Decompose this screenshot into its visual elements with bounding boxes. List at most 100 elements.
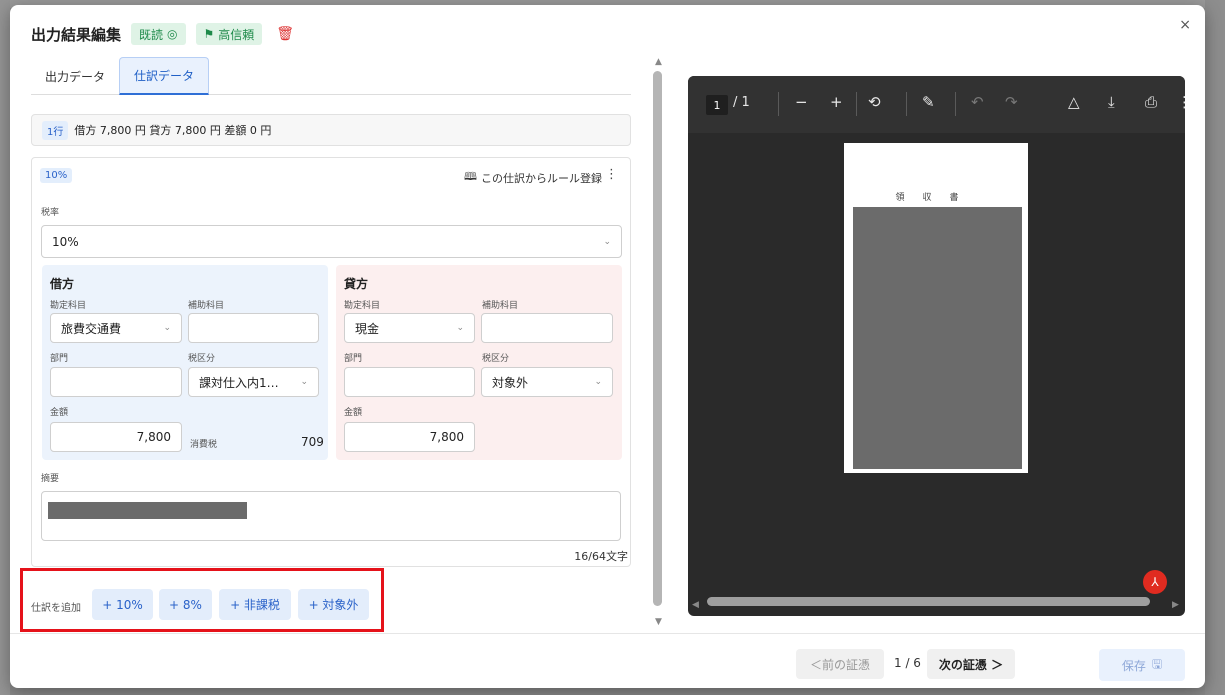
add-exempt-button[interactable]: + 対象外 bbox=[298, 589, 369, 620]
register-rule-link[interactable]: 🕮 この仕訳からルール登録 bbox=[464, 168, 602, 187]
credit-sub-input[interactable] bbox=[481, 313, 613, 343]
add-journal-label: 仕訳を追加 bbox=[31, 603, 81, 614]
debit-amount-input[interactable]: 7,800 bbox=[50, 422, 182, 452]
tax-rate-value: 10% bbox=[52, 234, 79, 249]
debit-amount-label: 金額 bbox=[50, 408, 69, 418]
debit-taxcat-label: 税区分 bbox=[188, 354, 216, 364]
debit-taxcat-value: 課対仕入内1… bbox=[199, 375, 279, 390]
pdf-page-total: / 1 bbox=[733, 95, 750, 110]
edit-output-modal: × 出力結果編集 既読 ◎ ⚑ 高信頼 🗑 出力データ 仕訳データ 1行 借方 … bbox=[10, 5, 1205, 688]
debit-account-select[interactable]: 旅費交通費 ⌄ bbox=[50, 313, 182, 343]
modal-title: 出力結果編集 bbox=[31, 25, 122, 44]
journal-entry-card: 10% 🕮 この仕訳からルール登録 ⋮ 税率 10% ⌄ 借方 勘定科目 補助科… bbox=[31, 157, 631, 567]
debit-account-label: 勘定科目 bbox=[50, 301, 87, 311]
scroll-left-arrow[interactable]: ◀ bbox=[692, 600, 699, 610]
char-count: 16/64文字 bbox=[574, 550, 628, 563]
tax-rate-label: 税率 bbox=[41, 208, 60, 218]
credit-sub-label: 補助科目 bbox=[482, 301, 519, 311]
debit-dept-input[interactable] bbox=[50, 367, 182, 397]
save-button[interactable]: 保存 🖫 bbox=[1099, 649, 1185, 681]
credit-amount-input[interactable]: 7,800 bbox=[344, 422, 475, 452]
more-options-icon[interactable]: ⋮ bbox=[605, 167, 618, 182]
pdf-more-icon[interactable]: ⋮ bbox=[1177, 93, 1185, 111]
book-icon: 🕮 bbox=[464, 170, 477, 183]
zoom-out-icon[interactable]: − bbox=[795, 93, 808, 111]
undo-icon[interactable]: ↶ bbox=[971, 93, 984, 111]
credit-account-select[interactable]: 現金 ⌄ bbox=[344, 313, 475, 343]
floppy-icon: 🖫 bbox=[1151, 656, 1163, 671]
pdf-viewer: 1 / 1 − + ⟲ ✎ ↶ ↷ △ ⤓ ⎙ ⋮ 領収書 ⅄ bbox=[688, 76, 1185, 616]
eye-icon: ◎ bbox=[167, 27, 178, 41]
tab-bar: 出力データ 仕訳データ bbox=[31, 57, 631, 95]
scroll-up-arrow[interactable]: ▲ bbox=[655, 57, 662, 67]
credit-taxcat-label: 税区分 bbox=[482, 354, 510, 364]
add-10-button[interactable]: + 10% bbox=[92, 589, 153, 620]
add-drive-icon[interactable]: △ bbox=[1068, 93, 1080, 111]
redacted-receipt-body bbox=[853, 207, 1022, 469]
consumption-tax-label: 消費税 bbox=[190, 440, 218, 450]
credit-taxcat-select[interactable]: 対象外 ⌄ bbox=[481, 367, 613, 397]
zoom-in-icon[interactable]: + bbox=[830, 93, 843, 111]
download-icon[interactable]: ⤓ bbox=[1108, 93, 1115, 111]
chevron-down-icon: ⌄ bbox=[456, 323, 464, 333]
background-left-strip bbox=[0, 0, 10, 695]
prev-voucher-button[interactable]: ＜前の証憑 bbox=[796, 649, 884, 679]
pdf-page-input[interactable]: 1 bbox=[706, 95, 728, 115]
consumption-tax-value: 709 bbox=[301, 435, 324, 449]
memo-textarea[interactable] bbox=[41, 491, 621, 541]
redo-icon[interactable]: ↷ bbox=[1005, 93, 1018, 111]
journal-summary: 1行 借方 7,800 円 貸方 7,800 円 差額 0 円 bbox=[31, 114, 631, 146]
add-8-button[interactable]: + 8% bbox=[159, 589, 212, 620]
read-badge[interactable]: 既読 ◎ bbox=[131, 23, 186, 45]
next-voucher-button[interactable]: 次の証憑 ＞ bbox=[927, 649, 1015, 679]
debit-panel: 借方 勘定科目 補助科目 旅費交通費 ⌄ 部門 税区分 課対仕入内1… ⌄ 金額… bbox=[42, 265, 328, 460]
voucher-page-count: 1 / 6 bbox=[894, 656, 921, 670]
save-label: 保存 bbox=[1121, 658, 1146, 673]
print-icon[interactable]: ⎙ bbox=[1145, 93, 1157, 111]
trust-badge-label: 高信頼 bbox=[218, 27, 255, 42]
modal-header: 出力結果編集 既読 ◎ ⚑ 高信頼 🗑 bbox=[31, 23, 294, 45]
redacted-memo-text bbox=[48, 502, 247, 519]
credit-amount-label: 金額 bbox=[344, 408, 363, 418]
trash-icon[interactable]: 🗑 bbox=[276, 26, 294, 42]
credit-account-label: 勘定科目 bbox=[344, 301, 381, 311]
tax-rate-select[interactable]: 10% ⌄ bbox=[41, 225, 622, 258]
add-nontaxable-button[interactable]: + 非課税 bbox=[219, 589, 291, 620]
row-count-chip: 1行 bbox=[42, 120, 69, 140]
credit-taxcat-value: 対象外 bbox=[492, 375, 529, 390]
summary-text: 借方 7,800 円 貸方 7,800 円 差額 0 円 bbox=[74, 124, 272, 137]
chevron-down-icon: ⌄ bbox=[163, 323, 171, 333]
chevron-down-icon: ⌄ bbox=[603, 236, 611, 247]
credit-dept-input[interactable] bbox=[344, 367, 475, 397]
vertical-scrollbar[interactable] bbox=[653, 71, 662, 606]
scroll-right-arrow[interactable]: ▶ bbox=[1172, 600, 1179, 610]
pdf-toolbar: 1 / 1 − + ⟲ ✎ ↶ ↷ △ ⤓ ⎙ ⋮ bbox=[688, 76, 1185, 133]
acrobat-icon[interactable]: ⅄ bbox=[1143, 570, 1167, 594]
tab-journal-data[interactable]: 仕訳データ bbox=[119, 57, 210, 95]
credit-panel: 貸方 勘定科目 補助科目 現金 ⌄ 部門 税区分 対象外 ⌄ 金額 7,800 bbox=[336, 265, 622, 460]
toolbar-divider bbox=[778, 92, 779, 116]
debit-title: 借方 bbox=[50, 277, 75, 291]
background-right-strip bbox=[1205, 0, 1225, 695]
rotate-icon[interactable]: ⟲ bbox=[868, 93, 881, 111]
pdf-page: 領収書 bbox=[844, 143, 1028, 473]
chevron-down-icon: ⌄ bbox=[300, 377, 308, 387]
scroll-down-arrow[interactable]: ▼ bbox=[655, 617, 662, 627]
chevron-down-icon: ⌄ bbox=[594, 377, 602, 387]
add-journal-group: 仕訳を追加 + 10% + 8% + 非課税 + 対象外 bbox=[20, 568, 384, 632]
close-icon[interactable]: × bbox=[1179, 17, 1191, 33]
debit-sub-input[interactable] bbox=[188, 313, 319, 343]
read-badge-label: 既読 bbox=[139, 27, 164, 42]
debit-taxcat-select[interactable]: 課対仕入内1… ⌄ bbox=[188, 367, 319, 397]
credit-title: 貸方 bbox=[344, 277, 369, 291]
trust-badge: ⚑ 高信頼 bbox=[195, 23, 263, 45]
toolbar-divider bbox=[955, 92, 956, 116]
flag-icon: ⚑ bbox=[203, 27, 215, 41]
credit-account-value: 現金 bbox=[355, 321, 380, 336]
tab-output-data[interactable]: 出力データ bbox=[31, 57, 119, 95]
register-rule-label: この仕訳からルール登録 bbox=[481, 171, 602, 185]
toolbar-divider bbox=[856, 92, 857, 116]
horizontal-scrollbar[interactable] bbox=[707, 597, 1150, 606]
draw-icon[interactable]: ✎ bbox=[922, 93, 935, 111]
tax-rate-chip: 10% bbox=[40, 168, 73, 183]
